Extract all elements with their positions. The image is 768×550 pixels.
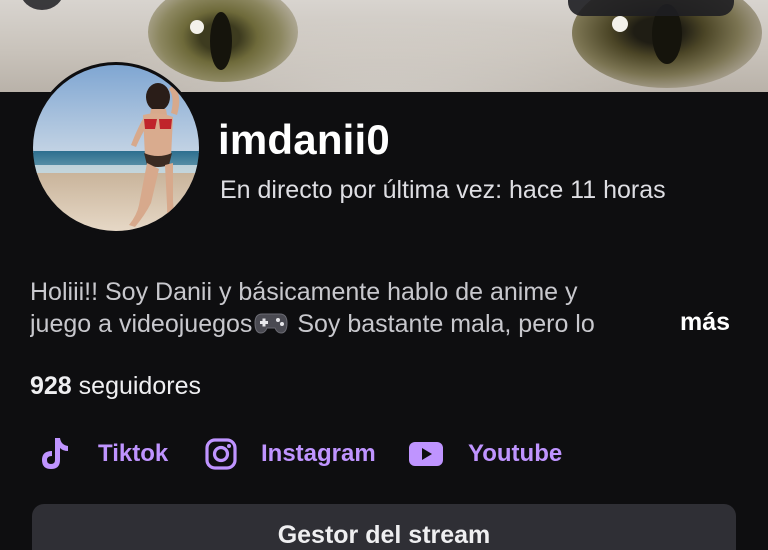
stream-manager-label: Gestor del stream — [277, 521, 491, 549]
cat-glint-right — [612, 16, 628, 32]
bio-line-2: juego a videojuegos Soy bastante mala, p… — [30, 308, 675, 340]
top-menu-button[interactable] — [568, 0, 734, 16]
cat-glint-left — [190, 20, 204, 34]
bio-line-2-end: Soy bastante mala, pero lo — [290, 310, 595, 338]
channel-bio: Holiii!! Soy Danii y básicamente hablo d… — [30, 276, 738, 340]
followers-number: 928 — [30, 372, 72, 400]
tiktok-icon — [36, 436, 72, 472]
instagram-icon — [203, 436, 239, 472]
bio-line-2-start: juego a videojuegos — [30, 310, 253, 338]
avatar[interactable] — [30, 62, 202, 234]
bio-line-1: Holiii!! Soy Danii y básicamente hablo d… — [30, 278, 578, 306]
followers-label: seguidores — [71, 372, 201, 400]
youtube-icon — [408, 436, 444, 472]
bio-more-link[interactable]: más — [680, 308, 730, 337]
avatar-photo — [33, 65, 199, 231]
channel-username: imdanii0 — [218, 116, 390, 163]
gamepad-icon — [254, 311, 288, 335]
instagram-label: Instagram — [261, 440, 376, 467]
stream-manager-button[interactable]: Gestor del stream — [32, 504, 736, 550]
social-link-instagram[interactable]: Instagram — [203, 434, 376, 474]
social-link-tiktok[interactable]: Tiktok — [36, 434, 168, 474]
tiktok-label: Tiktok — [98, 440, 169, 467]
youtube-label: Youtube — [468, 440, 563, 467]
cat-pupil-left — [210, 12, 232, 70]
last-live-status: En directo por última vez: hace 11 horas — [220, 176, 666, 204]
followers-count: 928 seguidores — [30, 372, 201, 401]
social-link-youtube[interactable]: Youtube — [408, 434, 562, 474]
